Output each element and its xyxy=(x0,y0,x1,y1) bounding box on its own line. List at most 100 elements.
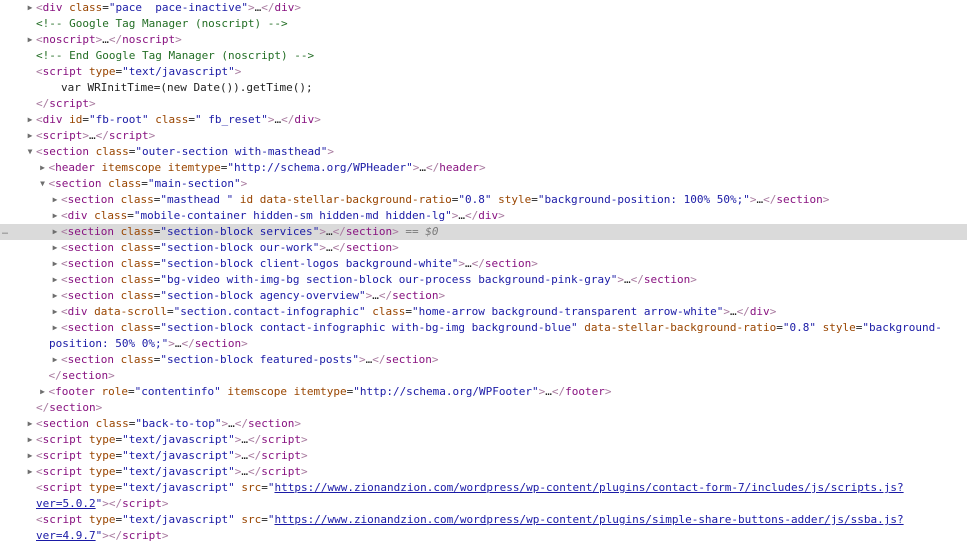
attr-value[interactable]: 0.8 xyxy=(790,321,810,334)
attr-value[interactable]: bg-video with-img-bg section-block our-p… xyxy=(167,273,611,286)
attr-value[interactable]: outer-section with-masthead xyxy=(142,145,321,158)
expand-triangle-right-icon[interactable]: ▶ xyxy=(25,416,35,432)
script-src-link[interactable]: ver=4.9.7 xyxy=(36,529,96,542)
expand-triangle-right-icon[interactable]: ▶ xyxy=(25,32,35,48)
dom-node[interactable]: ▶ <section class="section-block client-lo… xyxy=(0,256,967,272)
dom-node[interactable]: ▶ <footer role="contentinfo" itemscope it… xyxy=(0,384,967,400)
attr-value[interactable]: http://schema.org/WPHeader xyxy=(234,161,406,174)
attr-name[interactable]: class xyxy=(121,289,154,302)
attr-name[interactable]: itemscope xyxy=(102,161,162,174)
attr-name[interactable]: class xyxy=(121,273,154,286)
attr-name[interactable]: class xyxy=(121,193,154,206)
attr-value[interactable]: section-block client-logos background-wh… xyxy=(167,257,452,270)
attr-value[interactable]: masthead xyxy=(167,193,227,206)
dom-node[interactable]: ▶ <section class="section-block contact-i… xyxy=(0,320,967,352)
expand-triangle-right-icon[interactable]: ▶ xyxy=(25,464,35,480)
collapsed-ellipsis[interactable]: … xyxy=(241,465,248,478)
dom-node[interactable]: ▶ <header itemscope itemtype="http://sche… xyxy=(0,160,967,176)
attr-name[interactable]: class xyxy=(69,1,102,14)
expand-triangle-right-icon[interactable]: ▶ xyxy=(38,160,48,176)
attr-name[interactable]: style xyxy=(823,321,856,334)
dom-node[interactable]: </section> xyxy=(0,368,967,384)
collapsed-ellipsis[interactable]: … xyxy=(465,257,472,270)
dom-node[interactable]: ▶ <section class="bg-video with-img-bg se… xyxy=(0,272,967,288)
attr-name[interactable]: data-stellar-background-ratio xyxy=(260,193,452,206)
attr-value[interactable]: section-block contact-infographic with-b… xyxy=(167,321,571,334)
collapsed-ellipsis[interactable]: … xyxy=(228,417,235,430)
attr-value[interactable]: back-to-top xyxy=(142,417,215,430)
attr-name[interactable]: class xyxy=(155,113,188,126)
expand-triangle-right-icon[interactable]: ▶ xyxy=(25,448,35,464)
attr-name[interactable]: src xyxy=(241,481,261,494)
expand-triangle-right-icon[interactable]: ▶ xyxy=(25,112,35,128)
dom-node[interactable]: </section> xyxy=(0,400,967,416)
attr-value[interactable]: http://schema.org/WPFooter xyxy=(360,385,532,398)
attr-name[interactable]: type xyxy=(89,465,116,478)
dom-node[interactable]: ▶ <section class="section-block agency-ov… xyxy=(0,288,967,304)
attr-name[interactable]: type xyxy=(89,513,116,526)
attr-value[interactable]: home-arrow background-transparent arrow-… xyxy=(419,305,717,318)
attr-value[interactable]: mobile-container hidden-sm hidden-md hid… xyxy=(141,209,446,222)
dom-node[interactable]: ▶ <div class="pace pace-inactive">…</div> xyxy=(0,0,967,16)
attr-value-part[interactable]: background- xyxy=(869,321,942,334)
attr-value[interactable]: section-block services xyxy=(167,225,313,238)
dom-node[interactable]: ▶ <noscript>…</noscript> xyxy=(0,32,967,48)
collapsed-ellipsis[interactable]: … xyxy=(241,433,248,446)
expand-triangle-right-icon[interactable]: ▶ xyxy=(25,0,35,16)
attr-value[interactable]: 0.8 xyxy=(465,193,485,206)
dom-node[interactable]: </script> xyxy=(0,96,967,112)
attr-value-part[interactable]: position: 50% 0%; xyxy=(49,337,162,350)
dom-node[interactable]: ▶ <script type="text/javascript">…</scrip… xyxy=(0,432,967,448)
attr-name[interactable]: itemtype xyxy=(168,161,221,174)
expand-triangle-right-icon[interactable]: ▶ xyxy=(25,432,35,448)
dom-node[interactable]: ▶ <script type="text/javascript">…</scrip… xyxy=(0,464,967,480)
expand-triangle-right-icon[interactable]: ▶ xyxy=(50,272,60,288)
attr-name[interactable]: id xyxy=(240,193,253,206)
attr-name[interactable]: type xyxy=(89,65,116,78)
dom-node[interactable]: <script type="text/javascript" src="http… xyxy=(0,480,967,512)
attr-name[interactable]: type xyxy=(89,449,116,462)
dom-node[interactable]: ▶ <div id="fb-root" class=" fb_reset">…</… xyxy=(0,112,967,128)
dom-node[interactable]: ▼ <section class="main-section"> xyxy=(0,176,967,192)
expand-triangle-right-icon[interactable]: ▶ xyxy=(38,384,48,400)
dom-node[interactable]: ▶ <section class="back-to-top">…</section… xyxy=(0,416,967,432)
attr-name[interactable]: type xyxy=(89,481,116,494)
attr-name[interactable]: class xyxy=(121,257,154,270)
expand-triangle-right-icon[interactable]: ▶ xyxy=(25,128,35,144)
attr-name[interactable]: class xyxy=(121,225,154,238)
attr-value[interactable]: contentinfo xyxy=(141,385,214,398)
collapsed-ellipsis[interactable]: … xyxy=(624,273,631,286)
collapsed-ellipsis[interactable]: … xyxy=(730,305,737,318)
attr-name[interactable]: class xyxy=(108,177,141,190)
attr-name[interactable]: data-scroll xyxy=(94,305,167,318)
attr-value[interactable]: fb_reset xyxy=(202,113,261,126)
collapsed-ellipsis[interactable]: … xyxy=(89,129,96,142)
dom-node[interactable]: ▶ <section class="section-block our-work"… xyxy=(0,240,967,256)
expand-triangle-right-icon[interactable]: ▶ xyxy=(50,304,60,320)
attr-value[interactable]: text/javascript xyxy=(129,449,228,462)
attr-name[interactable]: class xyxy=(96,145,129,158)
expand-triangle-right-icon[interactable]: ▶ xyxy=(50,240,60,256)
attr-value[interactable]: section-block agency-overview xyxy=(167,289,359,302)
script-src-link[interactable]: ver=5.0.2 xyxy=(36,497,96,510)
attr-name[interactable]: type xyxy=(89,433,116,446)
collapsed-ellipsis[interactable]: … xyxy=(241,449,248,462)
dom-node[interactable]: var WRInitTime=(new Date()).getTime(); xyxy=(0,80,967,96)
attr-name[interactable]: class xyxy=(94,209,127,222)
expand-triangle-right-icon[interactable]: ▶ xyxy=(50,192,60,208)
dom-node[interactable]: ▶ <div data-scroll="section.contact-infog… xyxy=(0,304,967,320)
attr-value[interactable]: section-block our-work xyxy=(167,241,313,254)
dom-node[interactable]: <!-- Google Tag Manager (noscript) --> xyxy=(0,16,967,32)
expand-triangle-down-icon[interactable]: ▼ xyxy=(25,144,35,160)
attr-value[interactable]: fb-root xyxy=(96,113,142,126)
attr-name[interactable]: class xyxy=(121,321,154,334)
expand-triangle-right-icon[interactable]: ▶ xyxy=(50,208,60,224)
dom-node[interactable]: <!-- End Google Tag Manager (noscript) -… xyxy=(0,48,967,64)
dom-node[interactable]: ▶ <section class="section-block featured-… xyxy=(0,352,967,368)
attr-value[interactable]: pace pace-inactive xyxy=(116,1,242,14)
more-actions-icon[interactable]: … xyxy=(2,224,9,240)
dom-node[interactable]: <script type="text/javascript"> xyxy=(0,64,967,80)
attr-value[interactable]: text/javascript xyxy=(129,465,228,478)
dom-node[interactable]: ▶ <div class="mobile-container hidden-sm … xyxy=(0,208,967,224)
attr-name[interactable]: role xyxy=(102,385,129,398)
